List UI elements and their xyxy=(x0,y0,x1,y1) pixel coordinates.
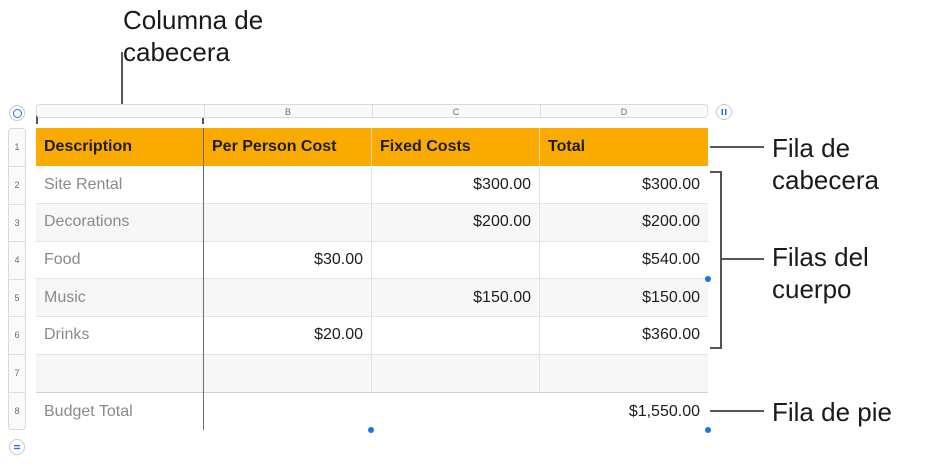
table-cell[interactable]: $20.00 xyxy=(204,316,372,354)
table-cell[interactable] xyxy=(204,166,372,203)
selection-handle-corner[interactable] xyxy=(705,427,711,433)
header-row-pointer xyxy=(710,146,764,148)
add-row-handle[interactable] xyxy=(9,439,25,455)
table-row[interactable]: Decorations $200.00 $200.00 xyxy=(36,203,708,242)
row-number[interactable]: 7 xyxy=(8,354,26,392)
header-cell-total[interactable]: Total xyxy=(540,128,708,166)
row-description-cell[interactable] xyxy=(36,354,204,392)
row-number[interactable]: 2 xyxy=(8,166,26,204)
table-cell[interactable]: $300.00 xyxy=(540,166,708,203)
equals-icon xyxy=(14,445,20,450)
header-row-label-line-1: Fila de xyxy=(772,133,851,163)
header-column-label: Columna de cabecera xyxy=(123,4,263,68)
column-letter-d[interactable]: D xyxy=(540,104,708,120)
table-cell[interactable] xyxy=(372,354,540,392)
row-separator xyxy=(9,316,25,317)
table-cell[interactable] xyxy=(540,355,708,392)
header-row-label-line-2: cabecera xyxy=(772,165,879,195)
body-rows-label-line-2: cuerpo xyxy=(772,274,852,304)
table-cell[interactable]: $150.00 xyxy=(372,279,540,317)
body-rows-bracket-bottom xyxy=(710,347,722,349)
header-column-label-line-1: Columna de xyxy=(123,5,264,35)
table-cell[interactable]: $200.00 xyxy=(540,204,708,241)
header-cell-description[interactable]: Description xyxy=(36,128,204,166)
header-cell-fixed-costs[interactable]: Fixed Costs xyxy=(372,128,540,166)
footer-cell[interactable] xyxy=(204,393,372,430)
footer-row-pointer xyxy=(710,410,764,412)
footer-row-label-line-1: Fila de pie xyxy=(772,397,892,427)
row-description-cell[interactable]: Site Rental xyxy=(36,166,204,203)
table-cell[interactable]: $300.00 xyxy=(372,166,540,203)
circle-select-icon xyxy=(12,108,22,118)
footer-row-label: Fila de pie xyxy=(772,396,892,428)
table-row[interactable]: Drinks $20.00 $360.00 xyxy=(36,316,708,355)
header-column-divider xyxy=(203,128,204,430)
footer-cell-label[interactable]: Budget Total xyxy=(36,393,204,430)
select-table-button[interactable] xyxy=(9,105,25,121)
body-rows-label-line-1: Filas del xyxy=(772,242,869,272)
row-separator xyxy=(9,241,25,242)
selection-handle-bottom[interactable] xyxy=(368,427,374,433)
table-cell[interactable] xyxy=(372,316,540,354)
row-description-cell[interactable]: Music xyxy=(36,279,204,317)
row-description-cell[interactable]: Decorations xyxy=(36,203,204,241)
body-rows-bracket xyxy=(720,171,722,349)
row-separator xyxy=(9,279,25,280)
row-number[interactable]: 8 xyxy=(8,392,26,430)
header-column-label-line-2: cabecera xyxy=(123,37,230,67)
column-letter-c[interactable]: C xyxy=(372,104,540,120)
column-letter-b[interactable]: B xyxy=(204,104,372,120)
row-number[interactable]: 5 xyxy=(8,279,26,317)
table-cell[interactable] xyxy=(204,354,372,392)
body-rows-label: Filas del cuerpo xyxy=(772,241,869,305)
table-cell[interactable] xyxy=(372,241,540,279)
header-cell-per-person-cost[interactable]: Per Person Cost xyxy=(204,128,372,166)
footer-row[interactable]: Budget Total $1,550.00 xyxy=(36,392,708,430)
table-cell[interactable] xyxy=(204,279,372,317)
footer-cell-total[interactable]: $1,550.00 xyxy=(540,393,708,430)
header-row-label: Fila de cabecera xyxy=(772,132,879,196)
table-cell[interactable]: $200.00 xyxy=(372,203,540,241)
table-row[interactable]: Food $30.00 $540.00 xyxy=(36,241,708,280)
selection-handle-right[interactable] xyxy=(705,276,711,282)
row-number[interactable]: 3 xyxy=(8,204,26,242)
table-cell[interactable] xyxy=(204,203,372,241)
add-column-handle[interactable] xyxy=(716,104,732,120)
row-separator xyxy=(9,354,25,355)
row-separator xyxy=(9,166,25,167)
table-cell[interactable]: $360.00 xyxy=(540,317,708,354)
table-cell[interactable]: $540.00 xyxy=(540,241,708,278)
table-cell[interactable]: $30.00 xyxy=(204,241,372,279)
table-row[interactable]: Music $150.00 $150.00 xyxy=(36,279,708,318)
row-separator xyxy=(9,204,25,205)
pause-icon xyxy=(721,109,727,115)
table-cell[interactable]: $150.00 xyxy=(540,279,708,316)
table-row[interactable]: Site Rental $300.00 $300.00 xyxy=(36,166,708,204)
row-description-cell[interactable]: Drinks xyxy=(36,316,204,354)
header-row[interactable]: Description Per Person Cost Fixed Costs … xyxy=(36,128,708,166)
row-separator xyxy=(9,392,25,393)
row-number[interactable]: 4 xyxy=(8,241,26,279)
row-number[interactable]: 1 xyxy=(8,128,26,166)
row-description-cell[interactable]: Food xyxy=(36,241,204,279)
table-row[interactable] xyxy=(36,354,708,393)
row-number[interactable]: 6 xyxy=(8,316,26,354)
footer-cell[interactable] xyxy=(372,393,540,430)
body-rows-pointer xyxy=(722,258,764,260)
